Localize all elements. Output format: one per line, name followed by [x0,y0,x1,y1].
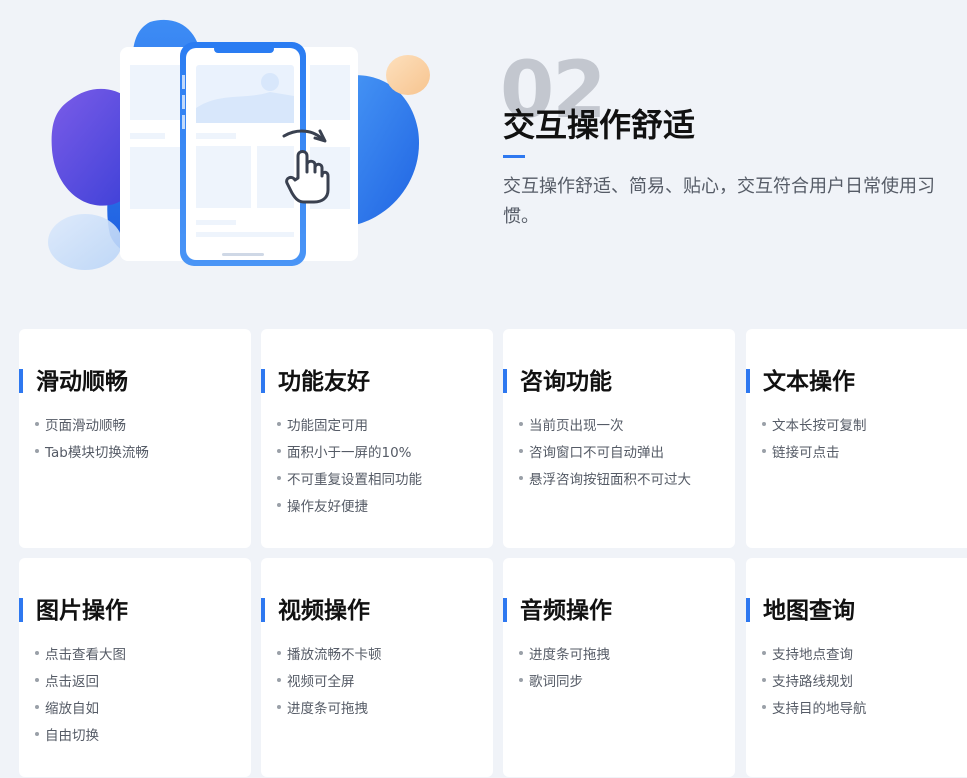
section-description: 交互操作舒适、简易、贴心，交互符合用户日常使用习惯。 [503,176,935,227]
feature-card: 地图查询 支持地点查询 支持路线规划 支持目的地导航 [746,558,967,777]
card-title: 地图查询 [763,598,855,624]
list-item: 链接可点击 [762,440,867,467]
card-title: 视频操作 [278,598,370,624]
feature-card: 文本操作 文本长按可复制 链接可点击 [746,329,967,548]
list-item: 支持路线规划 [762,669,867,696]
list-item: 不可重复设置相同功能 [277,467,422,494]
list-item: 自由切换 [35,723,126,750]
list-item: 当前页出现一次 [519,413,691,440]
card-title: 图片操作 [36,598,128,624]
list-item: Tab模块切换流畅 [35,440,149,467]
card-accent-bar [19,369,23,393]
list-item: 点击返回 [35,669,126,696]
list-item: 歌词同步 [519,669,610,696]
list-item: 支持目的地导航 [762,696,867,723]
phone-swipe-hand-icon [48,19,430,270]
list-item: 操作友好便捷 [277,494,422,521]
feature-card: 图片操作 点击查看大图 点击返回 缩放自如 自由切换 [19,558,251,777]
list-item: 进度条可拖拽 [519,642,610,669]
list-item: 页面滑动顺畅 [35,413,149,440]
list-item: 面积小于一屏的10% [277,440,422,467]
card-item-list: 文本长按可复制 链接可点击 [762,413,867,467]
list-item: 视频可全屏 [277,669,382,696]
card-title: 功能友好 [278,369,370,395]
card-accent-bar [503,598,507,622]
card-accent-bar [19,598,23,622]
feature-card: 咨询功能 当前页出现一次 咨询窗口不可自动弹出 悬浮咨询按钮面积不可过大 [503,329,735,548]
card-item-list: 播放流畅不卡顿 视频可全屏 进度条可拖拽 [277,642,382,723]
list-item: 播放流畅不卡顿 [277,642,382,669]
page: 02 交互操作舒适 交互操作舒适、简易、贴心，交互符合用户日常使用习惯。 滑动顺… [0,0,967,778]
card-accent-bar [746,369,750,393]
card-title: 音频操作 [520,598,612,624]
card-accent-bar [503,369,507,393]
list-item: 功能固定可用 [277,413,422,440]
card-item-list: 点击查看大图 点击返回 缩放自如 自由切换 [35,642,126,750]
section-title: 交互操作舒适 [503,106,696,144]
list-item: 进度条可拖拽 [277,696,382,723]
feature-card: 功能友好 功能固定可用 面积小于一屏的10% 不可重复设置相同功能 操作友好便捷 [261,329,493,548]
feature-card: 音频操作 进度条可拖拽 歌词同步 [503,558,735,777]
card-title: 咨询功能 [520,369,612,395]
list-item: 点击查看大图 [35,642,126,669]
card-accent-bar [746,598,750,622]
card-accent-bar [261,369,265,393]
card-item-list: 页面滑动顺畅 Tab模块切换流畅 [35,413,149,467]
hero-illustration [0,0,470,300]
list-item: 文本长按可复制 [762,413,867,440]
card-item-list: 当前页出现一次 咨询窗口不可自动弹出 悬浮咨询按钮面积不可过大 [519,413,691,494]
feature-card: 滑动顺畅 页面滑动顺畅 Tab模块切换流畅 [19,329,251,548]
card-title: 文本操作 [763,369,855,395]
list-item: 支持地点查询 [762,642,867,669]
list-item: 悬浮咨询按钮面积不可过大 [519,467,691,494]
list-item: 咨询窗口不可自动弹出 [519,440,691,467]
card-item-list: 进度条可拖拽 歌词同步 [519,642,610,696]
card-item-list: 功能固定可用 面积小于一屏的10% 不可重复设置相同功能 操作友好便捷 [277,413,422,521]
list-item: 缩放自如 [35,696,126,723]
card-item-list: 支持地点查询 支持路线规划 支持目的地导航 [762,642,867,723]
card-accent-bar [261,598,265,622]
feature-card: 视频操作 播放流畅不卡顿 视频可全屏 进度条可拖拽 [261,558,493,777]
card-title: 滑动顺畅 [36,369,128,395]
title-underline [503,155,525,158]
